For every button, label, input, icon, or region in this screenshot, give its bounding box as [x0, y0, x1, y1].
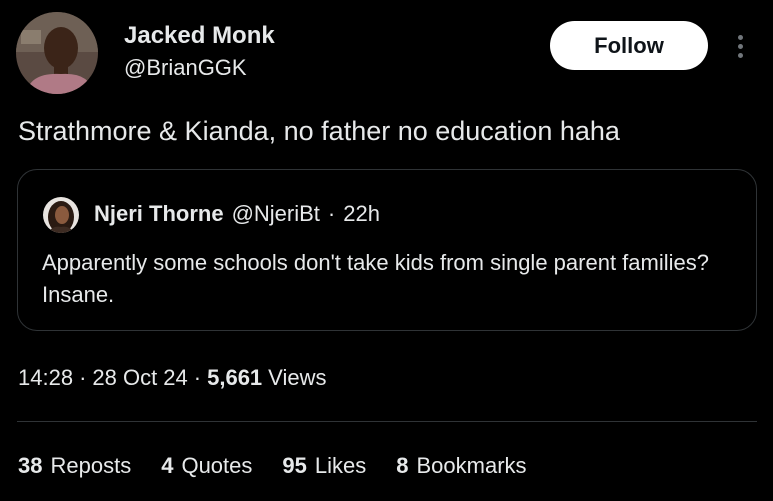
quoted-tweet-header: Njeri Thorne @NjeriBt · 22h [94, 201, 380, 227]
tweet-time[interactable]: 14:28 [18, 365, 73, 391]
separator-dot: · [193, 365, 202, 390]
more-dot [737, 34, 743, 40]
separator-dot: · [327, 201, 336, 226]
stat-count: 4 [161, 453, 174, 478]
quoted-author-avatar[interactable] [43, 197, 79, 233]
quoted-author-handle[interactable]: @NjeriBt [232, 201, 320, 227]
stat-label: Reposts [50, 453, 132, 478]
quotes-stat[interactable]: 4 Quotes [161, 453, 252, 479]
stat-label: Likes [314, 453, 367, 478]
author-name[interactable]: Jacked Monk [124, 22, 275, 50]
more-dot [737, 52, 743, 58]
likes-stat[interactable]: 95 Likes [282, 453, 366, 479]
stat-count: 38 [18, 453, 43, 478]
views-count: 5,661 [207, 365, 263, 390]
quoted-tweet-text: Apparently some schools don't take kids … [42, 250, 709, 307]
tweet-date[interactable]: 28 Oct 24 [92, 365, 187, 391]
tweet-meta: 14:28 · 28 Oct 24 · 5,661 Views [18, 365, 326, 391]
stat-label: Bookmarks [416, 453, 527, 478]
more-icon[interactable] [728, 28, 752, 64]
stat-count: 95 [282, 453, 307, 478]
bookmarks-stat[interactable]: 8 Bookmarks [396, 453, 526, 479]
more-dot [737, 43, 743, 49]
quoted-tweet-time[interactable]: 22h [343, 201, 380, 227]
quoted-tweet-card[interactable]: Njeri Thorne @NjeriBt · 22h Apparently s… [17, 169, 757, 331]
tweet-text: Strathmore & Kianda, no father no educat… [18, 116, 620, 146]
author-avatar[interactable] [16, 12, 98, 94]
divider [17, 421, 757, 422]
author-handle[interactable]: @BrianGGK [124, 55, 247, 81]
author-photo [16, 12, 98, 94]
follow-button[interactable]: Follow [550, 21, 708, 70]
quoted-author-name[interactable]: Njeri Thorne [94, 201, 224, 227]
stat-label: Quotes [181, 453, 253, 478]
stat-count: 8 [396, 453, 409, 478]
engagement-stats: 38 Reposts 4 Quotes 95 Likes 8 Bookmarks [18, 453, 557, 479]
separator-dot: · [79, 365, 87, 390]
quoted-author-photo [43, 197, 79, 233]
reposts-stat[interactable]: 38 Reposts [18, 453, 131, 479]
views-label: Views [268, 365, 327, 390]
